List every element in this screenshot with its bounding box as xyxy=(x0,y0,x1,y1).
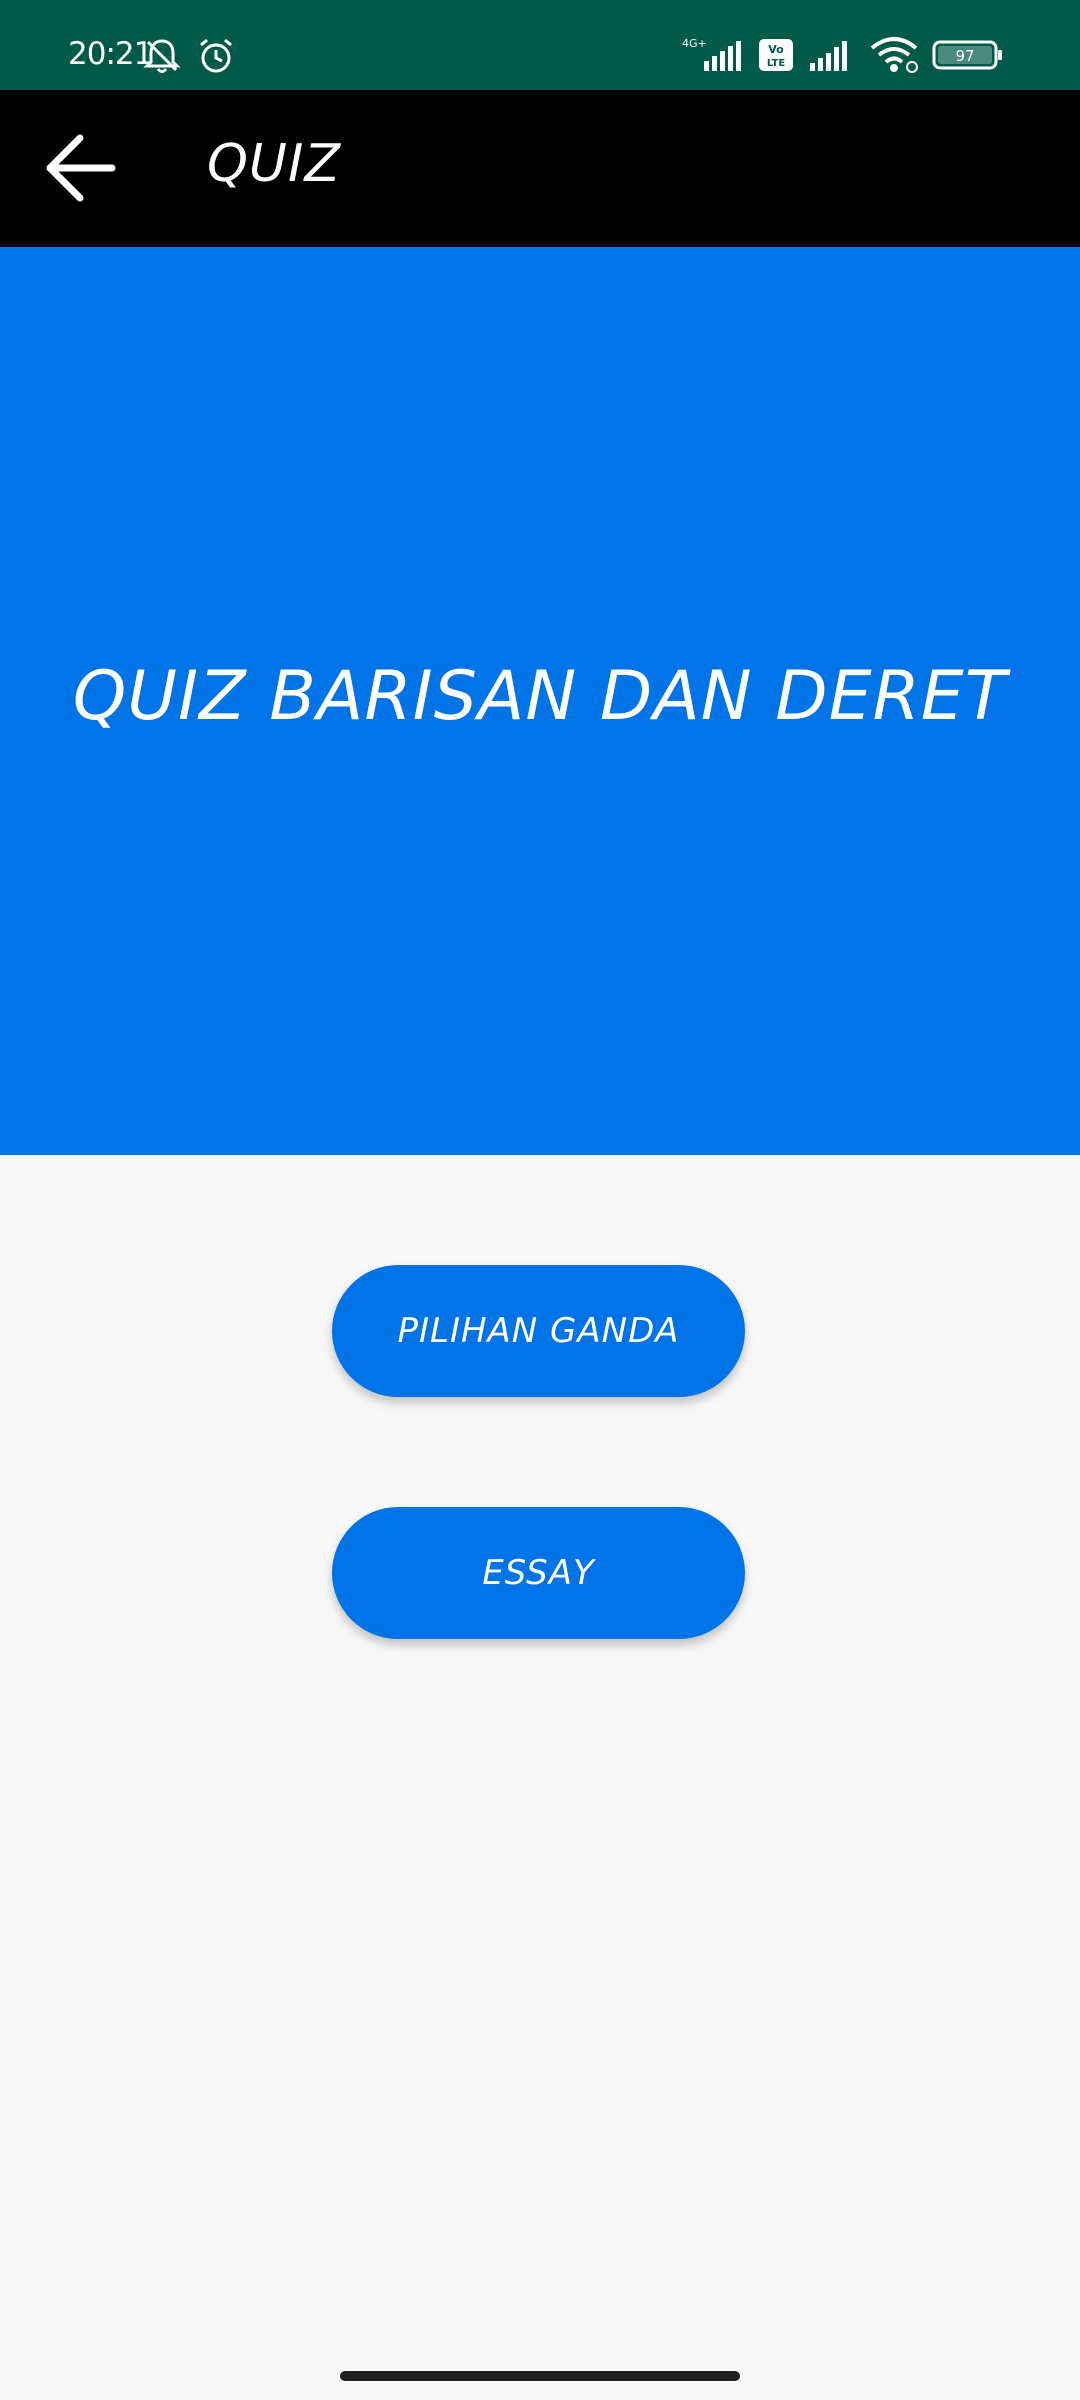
svg-text:Vo: Vo xyxy=(768,43,784,56)
hero-banner: QUIZ BARISAN DAN DERET xyxy=(0,247,1080,1155)
alarm-icon xyxy=(196,36,236,80)
svg-text:LTE: LTE xyxy=(767,58,786,69)
page-title: QUIZ xyxy=(207,134,341,194)
volte-icon: Vo LTE xyxy=(758,37,794,77)
status-left-icons xyxy=(142,36,236,80)
hero-title: QUIZ BARISAN DAN DERET xyxy=(72,656,1008,736)
battery-level: 97 xyxy=(955,47,974,65)
status-time: 20:21 xyxy=(68,36,153,72)
arrow-left-icon xyxy=(42,130,118,210)
status-bar: 20:21 4G+ Vo LTE 97 xyxy=(0,0,1080,90)
signal-4g-icon: 4G+ xyxy=(680,37,746,77)
essay-button[interactable]: ESSAY xyxy=(332,1507,745,1639)
back-button[interactable] xyxy=(30,120,130,220)
status-right-icons: 4G+ Vo LTE 97 xyxy=(680,36,1004,78)
signal-icon xyxy=(806,37,856,77)
multiple-choice-button[interactable]: PILIHAN GANDA xyxy=(332,1265,745,1397)
bell-muted-icon xyxy=(142,36,182,80)
app-bar: QUIZ xyxy=(0,90,1080,247)
battery-icon: 97 xyxy=(932,37,1004,77)
wifi-icon xyxy=(868,36,920,78)
gesture-nav-handle[interactable] xyxy=(340,2371,740,2381)
network-label: 4G+ xyxy=(682,37,707,50)
